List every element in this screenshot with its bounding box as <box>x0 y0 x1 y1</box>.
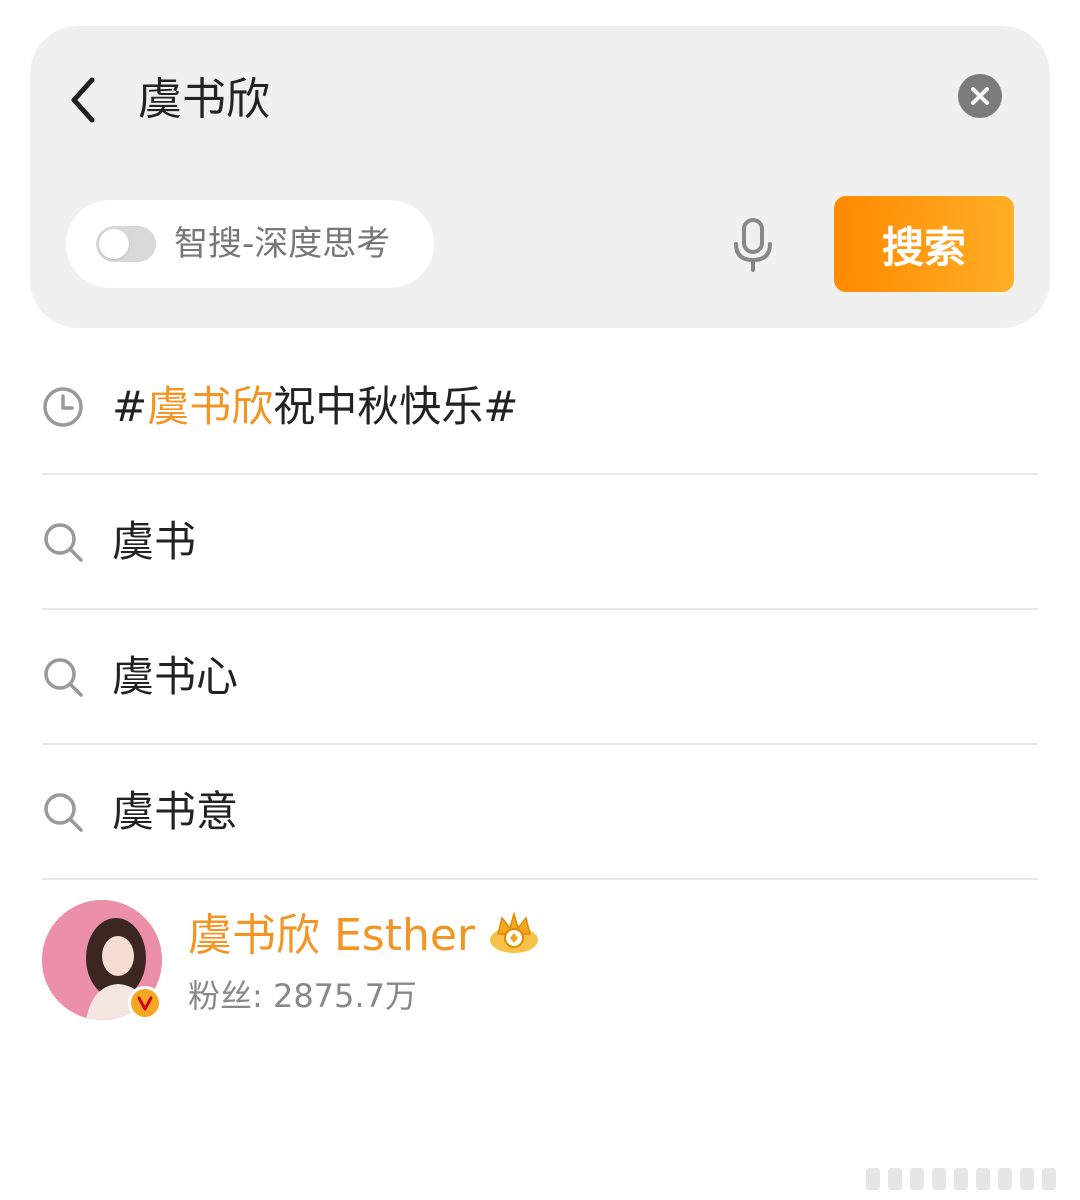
toggle-label: 智搜-深度思考 <box>174 224 391 264</box>
history-item[interactable]: #虞书欣祝中秋快乐# <box>42 340 1038 475</box>
system-nav-indicator-icon <box>866 1168 1056 1190</box>
suggestion-item[interactable]: 虞书意 <box>42 745 1038 880</box>
clock-icon <box>43 387 83 427</box>
clear-button[interactable] <box>958 74 1002 118</box>
suggestion-text: 虞书 <box>112 517 197 566</box>
back-button[interactable] <box>66 72 106 128</box>
account-name[interactable]: 虞书欣 Esther <box>188 906 475 966</box>
search-input[interactable]: 虞书欣 <box>138 70 270 130</box>
search-icon <box>44 793 83 832</box>
suggestion-list: #虞书欣祝中秋快乐# 虞书 虞书心 虞书意 <box>42 340 1038 880</box>
suggestion-text: 虞书意 <box>112 787 239 836</box>
search-icon <box>44 658 83 697</box>
account-result[interactable]: 虞书欣 Esther 粉丝: 2875.7万 <box>42 900 1038 1024</box>
chevron-left-icon <box>71 77 95 123</box>
verified-check-icon <box>137 996 153 1011</box>
hashtag-prefix: # <box>112 382 148 431</box>
search-icon <box>44 523 83 562</box>
crown-badge-icon <box>490 911 538 953</box>
suggestion-item[interactable]: 虞书心 <box>42 610 1038 745</box>
highlight-text: 虞书欣 <box>147 382 274 431</box>
suggestion-rest: 祝中秋快乐# <box>273 382 519 431</box>
suggestion-text: #虞书欣祝中秋快乐# <box>112 340 518 473</box>
search-panel: 虞书欣 智搜-深度思考 搜索 <box>30 26 1050 328</box>
toggle-knob <box>99 229 129 259</box>
microphone-icon <box>734 218 772 272</box>
voice-button[interactable] <box>728 216 778 274</box>
toggle-switch[interactable] <box>96 226 156 262</box>
suggestion-item[interactable]: 虞书 <box>42 475 1038 610</box>
close-icon <box>971 87 989 105</box>
deep-think-toggle[interactable]: 智搜-深度思考 <box>66 200 434 288</box>
suggestion-text: 虞书心 <box>112 652 239 701</box>
fans-count: 粉丝: 2875.7万 <box>188 977 417 1015</box>
search-submit-button[interactable]: 搜索 <box>834 196 1014 292</box>
verified-badge-icon <box>128 986 162 1020</box>
